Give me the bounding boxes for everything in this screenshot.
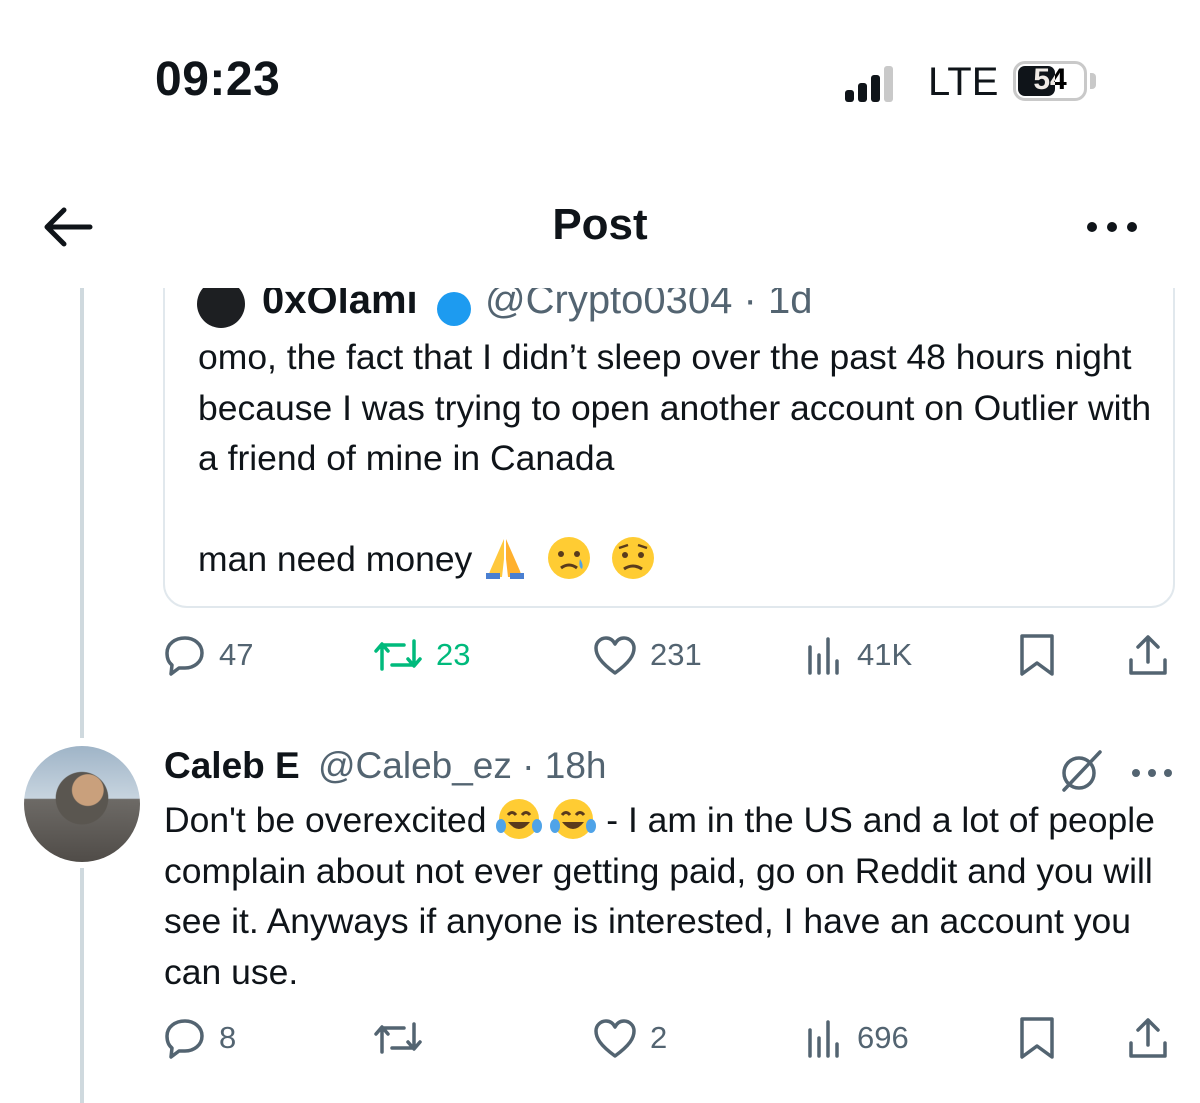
- reply-author-name[interactable]: Caleb E: [164, 745, 300, 787]
- status-time: 09:23: [155, 53, 281, 106]
- more-options-icon[interactable]: [1082, 212, 1142, 242]
- reply-reply-button[interactable]: 8: [163, 1013, 236, 1063]
- signal-strength-icon: [845, 62, 905, 102]
- repost-count: 23: [436, 637, 471, 672]
- reply-icon: [165, 1019, 204, 1059]
- battery-level: 54: [1033, 63, 1067, 96]
- reply-icon: [165, 636, 204, 676]
- analytics-icon: [808, 637, 839, 675]
- folded-hands-emoji-icon: [486, 539, 525, 579]
- reply-author-handle[interactable]: @Caleb_ez · 18h: [318, 745, 607, 787]
- crying-face-emoji-icon: [548, 537, 591, 579]
- reply-share-icon[interactable]: [1126, 1015, 1170, 1061]
- like-count: 231: [650, 637, 702, 672]
- share-icon[interactable]: [1126, 632, 1170, 678]
- view-count: 41K: [857, 637, 913, 672]
- reply-view-count: 696: [857, 1020, 909, 1055]
- thread-connector-line-lower: [80, 868, 84, 1103]
- heart-icon: [594, 636, 636, 675]
- heart-icon: [594, 1019, 636, 1058]
- views-button[interactable]: 41K: [805, 630, 912, 680]
- reply-repost-button[interactable]: [372, 1013, 436, 1063]
- repost-button[interactable]: 23: [372, 630, 470, 680]
- repost-icon: [374, 639, 422, 671]
- bookmark-icon[interactable]: [1016, 632, 1058, 678]
- like-button[interactable]: 231: [592, 630, 702, 680]
- analytics-icon: [808, 1020, 839, 1058]
- reply-bookmark-icon[interactable]: [1016, 1015, 1058, 1061]
- quoted-post-text: omo, the fact that I didn’t sleep over t…: [198, 332, 1158, 585]
- reply-like-count: 2: [650, 1020, 668, 1055]
- reply-text: Don't be overexcited - I am in the US an…: [164, 795, 1174, 997]
- reply-text-start: Don't be overexcited: [164, 800, 497, 840]
- reply-views-button[interactable]: 696: [805, 1013, 909, 1063]
- reply-more-options-icon[interactable]: [1130, 766, 1174, 780]
- reply-button[interactable]: 47: [163, 630, 253, 680]
- tears-of-joy-emoji-icon-2: [550, 799, 597, 839]
- worried-face-emoji-icon: [612, 537, 655, 579]
- battery-icon: 54: [1013, 61, 1087, 101]
- repost-icon: [374, 1022, 422, 1054]
- reply-like-button[interactable]: 2: [592, 1013, 667, 1063]
- page-title: Post: [552, 200, 648, 249]
- quoted-post-card[interactable]: 0xOlami @Crypto0304 · 1d omo, the fact t…: [163, 250, 1175, 608]
- battery-cap: [1090, 73, 1096, 89]
- grok-icon[interactable]: [1058, 748, 1104, 794]
- verified-badge-icon: [437, 292, 471, 326]
- reply-count: 47: [219, 637, 254, 672]
- reply-author-avatar[interactable]: [24, 746, 140, 862]
- tears-of-joy-emoji-icon: [496, 799, 543, 839]
- quoted-post-body: omo, the fact that I didn’t sleep over t…: [198, 337, 1152, 579]
- network-type: LTE: [928, 60, 999, 104]
- reply-reply-count: 8: [219, 1020, 237, 1055]
- thread-connector-line: [80, 288, 84, 738]
